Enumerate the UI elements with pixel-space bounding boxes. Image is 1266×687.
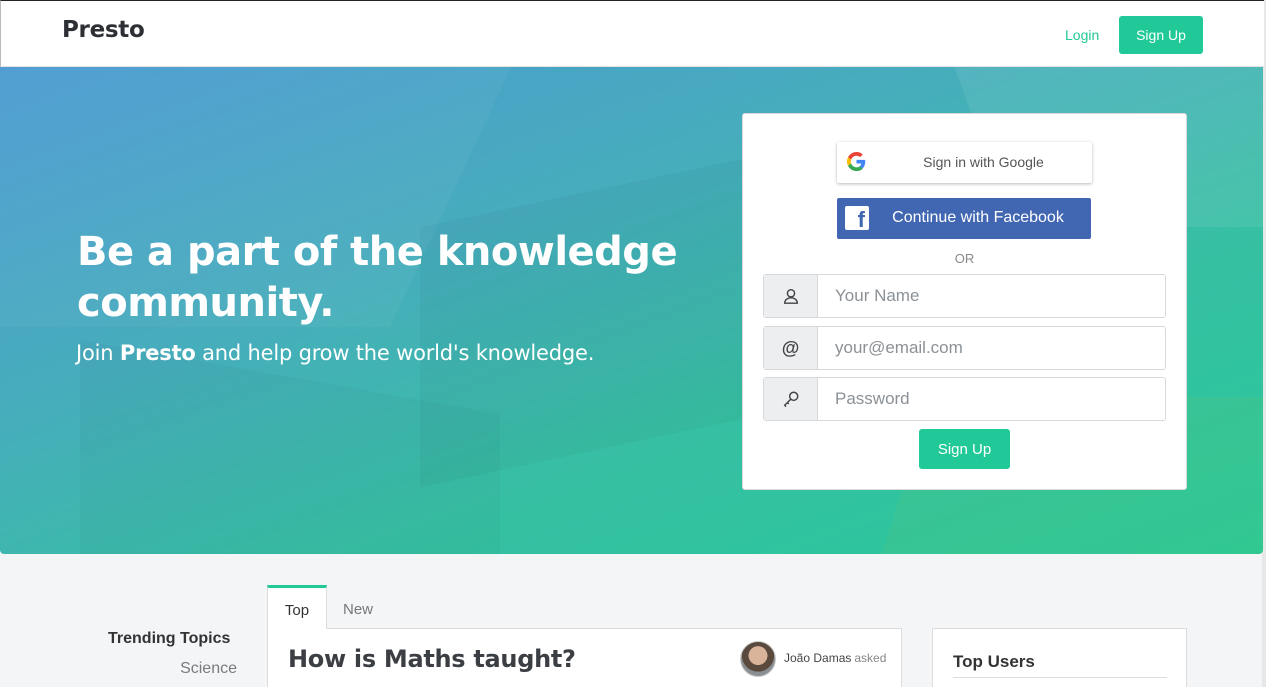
key-icon — [764, 378, 818, 420]
author-name[interactable]: João Damas — [784, 651, 851, 665]
or-separator: OR — [954, 251, 975, 266]
trending-topic-item[interactable]: Science — [180, 660, 237, 678]
top-users-card: Top Users — [932, 628, 1187, 687]
trending-topics-heading: Trending Topics — [108, 630, 231, 647]
email-field: @ — [763, 326, 1166, 370]
google-signin-label: Sign in with Google — [923, 154, 1044, 170]
hero-subtitle-suffix: and help grow the world's knowledge. — [195, 341, 595, 365]
tab-top[interactable]: Top — [267, 585, 327, 629]
email-input[interactable] — [818, 327, 1165, 369]
hero-subtitle: Join Presto and help grow the world's kn… — [76, 341, 594, 365]
question-card: How is Maths taught? João Damas asked — [267, 628, 902, 687]
name-field — [763, 274, 1166, 318]
divider — [953, 677, 1167, 678]
brand-logo[interactable]: Presto — [62, 17, 145, 43]
question-action: asked — [854, 651, 887, 665]
signup-card: Sign in with Google f Continue with Face… — [742, 113, 1187, 490]
login-link[interactable]: Login — [1065, 27, 1099, 43]
facebook-f-icon: f — [845, 206, 869, 230]
facebook-continue-label: Continue with Facebook — [892, 209, 1064, 226]
hero-subtitle-prefix: Join — [76, 341, 120, 365]
avatar[interactable] — [740, 641, 776, 677]
password-field — [763, 377, 1166, 421]
hero-banner: Be a part of the knowledge community. Jo… — [0, 67, 1263, 554]
top-navbar: Presto Login Sign Up — [0, 0, 1264, 67]
google-signin-button[interactable]: Sign in with Google — [837, 142, 1092, 183]
user-icon — [764, 275, 818, 317]
signup-submit-button[interactable]: Sign Up — [919, 429, 1010, 469]
tab-new[interactable]: New — [327, 585, 389, 629]
password-input[interactable] — [818, 378, 1165, 420]
hero-title: Be a part of the knowledge community. — [77, 229, 678, 326]
name-input[interactable] — [818, 275, 1165, 317]
question-meta: João Damas asked — [784, 651, 886, 665]
hero-subtitle-brand: Presto — [119, 341, 196, 365]
top-users-heading: Top Users — [953, 652, 1035, 671]
header-signup-button[interactable]: Sign Up — [1119, 16, 1203, 54]
at-icon: @ — [764, 327, 818, 369]
question-title[interactable]: How is Maths taught? — [288, 645, 576, 673]
facebook-continue-button[interactable]: f Continue with Facebook — [837, 198, 1091, 239]
